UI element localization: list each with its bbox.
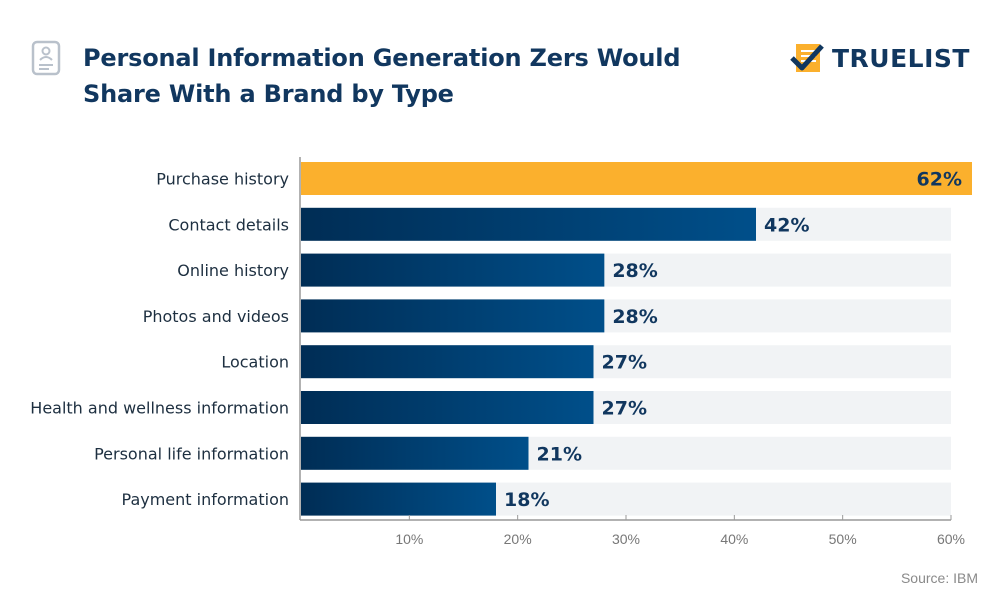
bar-chart: Purchase history Contact details Online hi… — [30, 157, 972, 547]
x-tick-label: 10% — [395, 531, 423, 547]
bar — [301, 299, 605, 333]
bar — [301, 482, 496, 516]
x-tick-label: 30% — [612, 531, 640, 547]
x-tick-label: 20% — [504, 531, 532, 547]
category-label: Personal life information — [94, 444, 289, 463]
category-label: Payment information — [122, 490, 289, 509]
category-label: Location — [221, 353, 289, 372]
value-label: 27% — [602, 352, 647, 374]
value-label: 27% — [602, 398, 647, 420]
bar-highlight — [301, 162, 972, 195]
bar — [301, 436, 529, 470]
value-label: 28% — [612, 306, 657, 328]
source-note: Source: IBM — [900, 570, 978, 586]
value-label: 28% — [612, 260, 657, 282]
category-label: Photos and videos — [143, 307, 289, 326]
category-label: Purchase history — [156, 170, 289, 189]
value-label: 18% — [504, 489, 549, 511]
bar — [301, 345, 594, 379]
x-tick-label: 50% — [829, 531, 857, 547]
x-tick-label: 60% — [937, 531, 965, 547]
category-label: Contact details — [168, 215, 289, 234]
value-label: 62% — [917, 169, 962, 191]
bar — [301, 391, 594, 424]
x-tick-label: 40% — [720, 531, 748, 547]
bar — [301, 207, 756, 241]
bar — [301, 253, 605, 287]
category-label: Health and wellness information — [30, 399, 289, 418]
value-label: 21% — [537, 443, 582, 465]
category-label: Online history — [177, 261, 289, 280]
value-label: 42% — [764, 214, 809, 236]
